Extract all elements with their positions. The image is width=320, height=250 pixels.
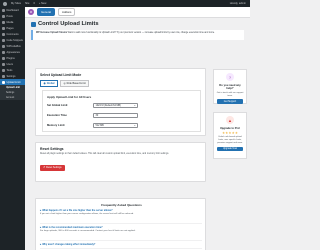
row-execution-time: Execution Time 30 [47, 112, 197, 119]
adminbar-site[interactable]: Site [25, 0, 29, 7]
wp-logo-icon[interactable] [3, 1, 7, 6]
execution-time-label: Execution Time [47, 114, 67, 117]
faq-card: Frequently Asked Questions ▸ What happens… [35, 198, 206, 250]
chevron-down-icon: ▾ [134, 105, 136, 107]
memory-limit-select[interactable]: 512 MB ▾ [93, 123, 138, 128]
get-support-button[interactable]: Get Support [217, 99, 243, 104]
chat-bubble-icon: ? [226, 73, 234, 81]
sidebar-subitem-account[interactable]: Account [0, 95, 25, 100]
plugin-topnav: U General Addons [25, 7, 250, 18]
reset-settings-button[interactable]: ↺ Reset Settings [40, 165, 65, 171]
chevron-right-icon: ▸ [40, 243, 42, 246]
reset-description: Reset all plugin settings to their defau… [40, 153, 170, 155]
media-icon [2, 20, 5, 24]
adminbar-comments[interactable]: 0 [33, 0, 34, 7]
main-content: U General Addons Control Upload Limits W… [25, 7, 250, 250]
faq-title: Frequently Asked Questions [101, 203, 142, 207]
plugin-logo: U [28, 9, 34, 15]
adminbar-my-sites[interactable]: My Sites [11, 0, 21, 7]
wrench-icon [2, 68, 5, 72]
reset-icon: ↺ [43, 166, 46, 170]
plugin-icon [2, 56, 5, 60]
upgrade-text: Unlock role based upload limits, user sp… [217, 136, 243, 144]
page-icon [2, 26, 5, 30]
info-notice: WP Increase Upload Filesize Want to add … [31, 30, 244, 40]
code-icon [2, 38, 5, 42]
rating-stars: ★★★★★ [221, 131, 239, 136]
faq-question: What happens if I set a file size higher… [42, 209, 113, 212]
row-global-limit: Set Global Limit 1024 M (Default 64 MB) ▾ [47, 102, 197, 109]
adminbar-account[interactable]: Howdy, admin [230, 0, 246, 7]
faq-question: Why aren't changes taking effect immedia… [42, 243, 96, 246]
adminbar-new[interactable]: + New [39, 0, 46, 7]
reset-settings-card: Reset Settings Reset all plugin settings… [35, 142, 206, 182]
box-icon [2, 44, 5, 48]
mode-tab-role-based[interactable]: ◎ Role Based Limit [59, 80, 90, 88]
upgrade-card: ▲ Upgrade to Pro! ★★★★★ Unlock role base… [213, 112, 247, 159]
comment-icon [2, 32, 5, 36]
chevron-down-icon: ▾ [134, 125, 136, 127]
chevron-right-icon: ▸ [40, 226, 42, 229]
global-limit-label: Set Global Limit [47, 104, 68, 107]
upgrade-title: Upgrade to Pro! [219, 127, 241, 130]
mode-tab-global[interactable]: ◉ Global [40, 80, 58, 88]
pin-icon [2, 14, 5, 18]
global-limit-select[interactable]: 1024 M (Default 64 MB) ▾ [93, 103, 138, 108]
reset-card-title: Reset Settings [40, 147, 64, 151]
users-icon: ◎ [63, 82, 66, 86]
brush-icon [2, 50, 5, 54]
upload-icon [31, 21, 36, 27]
mode-card-title: Select Upload Limit Mode [40, 73, 82, 77]
chevron-right-icon: ▸ [40, 209, 42, 212]
settings-icon [2, 74, 5, 78]
global-settings-panel: Apply Upload Limit for All Users Set Glo… [42, 90, 201, 132]
upload-icon [2, 80, 5, 84]
upload-limit-mode-card: Select Upload Limit Mode ◉ Global ◎ Role B… [35, 68, 206, 136]
globe-icon: ◉ [43, 82, 46, 86]
upgrade-now-button[interactable]: Upgrade Now [217, 146, 243, 152]
memory-limit-label: Memory Limit [47, 124, 65, 127]
support-card: ? Do you need any help? Get in touch wit… [213, 69, 247, 104]
support-title: Do you need any help? [219, 84, 241, 91]
faq-item[interactable]: ▸ What happens if I set a file size highe… [40, 209, 202, 224]
faq-answer: If you set a limit higher than your serv… [40, 213, 134, 215]
row-memory-limit: Memory Limit 512 MB ▾ [47, 122, 197, 129]
page-title: Control Upload Limits [31, 21, 99, 27]
users-icon [2, 62, 5, 66]
mode-tabs: ◉ Global ◎ Role Based Limit [40, 80, 90, 88]
faq-item[interactable]: ▸ Why aren't changes taking effect immedi… [40, 243, 202, 249]
support-text: Get in touch with our support team. [216, 91, 244, 97]
tab-general[interactable]: General [37, 7, 55, 17]
dashboard-icon [2, 8, 5, 12]
faq-item[interactable]: ▸ What is the recommended maximum executi… [40, 226, 202, 241]
faq-question: What is the recommended maximum executio… [42, 226, 103, 229]
faq-answer: For large uploads, 300 to 600 seconds is… [40, 230, 136, 232]
panel-title: Apply Upload Limit for All Users [47, 95, 92, 99]
rocket-icon: ▲ [226, 116, 234, 124]
execution-time-input[interactable]: 30 [93, 113, 138, 118]
tab-addons[interactable]: Addons [57, 7, 76, 17]
admin-sidebar: Dashboard Posts Media Pages Comments Cod… [0, 7, 25, 250]
admin-bar: My Sites Site 0 + New Howdy, admin [0, 0, 250, 7]
